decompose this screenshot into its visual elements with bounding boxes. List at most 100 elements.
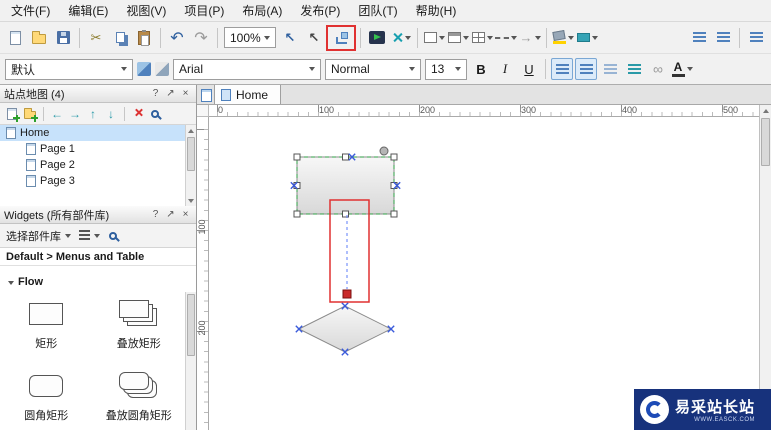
new-button[interactable] xyxy=(4,27,26,49)
bullet-list-icon xyxy=(627,63,641,75)
italic-button[interactable]: I xyxy=(494,58,516,80)
library-select[interactable]: 选择部件库 xyxy=(3,226,74,246)
sitemap-page-3[interactable]: Page 3 xyxy=(0,173,196,189)
fill-color-button[interactable] xyxy=(552,27,574,49)
flow-section-header[interactable]: Flow xyxy=(0,266,196,292)
menu-item-project[interactable]: 项目(P) xyxy=(175,0,233,22)
scroll-down-arrow[interactable] xyxy=(186,195,196,206)
widgets-popout-button[interactable]: ↗ xyxy=(164,208,177,221)
widget-stacked-rectangle[interactable]: 叠放矩形 xyxy=(93,292,186,364)
paste-button[interactable] xyxy=(133,27,155,49)
connector-mode-button[interactable] xyxy=(330,27,352,49)
pointer-tool-button[interactable]: ↖ xyxy=(279,27,301,49)
delete-page-button[interactable] xyxy=(129,105,147,123)
zoom-select[interactable]: 100% xyxy=(224,27,276,48)
bullet-list-button[interactable] xyxy=(623,58,645,80)
underline-label: U xyxy=(524,61,534,77)
separator xyxy=(545,59,546,79)
save-button[interactable] xyxy=(52,27,74,49)
flow-rectangle-widget[interactable] xyxy=(296,156,395,215)
sitemap-page-1[interactable]: Page 1 xyxy=(0,141,196,157)
align-top-button[interactable] xyxy=(575,58,597,80)
font-color-button[interactable]: A xyxy=(671,58,693,80)
open-button[interactable] xyxy=(28,27,50,49)
widgets-help-button[interactable]: ? xyxy=(149,208,162,221)
copy-button[interactable] xyxy=(109,27,131,49)
menu-item-edit[interactable]: 编辑(E) xyxy=(59,0,117,22)
menu-item-publish[interactable]: 发布(P) xyxy=(291,0,349,22)
font-size-select[interactable]: 13 xyxy=(425,58,467,80)
sitemap-popout-button[interactable]: ↗ xyxy=(164,87,177,100)
line-style-button[interactable] xyxy=(495,27,517,49)
chevron-down-icon xyxy=(121,67,127,71)
scroll-up-arrow[interactable] xyxy=(186,125,196,136)
fill-pattern-button[interactable] xyxy=(447,27,469,49)
align-left-button[interactable] xyxy=(551,58,573,80)
menu-item-team[interactable]: 团队(T) xyxy=(349,0,406,22)
sitemap-close-button[interactable]: × xyxy=(179,87,192,100)
format-copy-icon xyxy=(137,62,151,76)
separator xyxy=(160,27,161,48)
cut-button[interactable]: ✂ xyxy=(85,27,107,49)
menu-item-view[interactable]: 视图(V) xyxy=(117,0,175,22)
library-menu-button[interactable] xyxy=(76,228,103,243)
canvas-vertical-scrollbar[interactable] xyxy=(759,105,771,430)
breadcrumb-text: Default > Menus and Table xyxy=(6,250,145,263)
line-spacing-button[interactable] xyxy=(599,58,621,80)
tab-home[interactable]: Home xyxy=(214,85,282,104)
connector-selection[interactable] xyxy=(329,199,370,303)
menu-item-arrange[interactable]: 布局(A) xyxy=(233,0,291,22)
flow-diamond-widget[interactable] xyxy=(297,305,393,353)
format-paint-button[interactable] xyxy=(154,58,170,80)
connector-endpoint[interactable] xyxy=(342,289,352,299)
ruler-label: 100 xyxy=(319,105,335,115)
add-page-button[interactable] xyxy=(3,105,21,123)
sitemap-help-button[interactable]: ? xyxy=(149,87,162,100)
preview-button[interactable] xyxy=(366,27,388,49)
move-right-button[interactable]: → xyxy=(66,105,84,123)
shape-color-button[interactable] xyxy=(576,27,598,49)
guides-button[interactable] xyxy=(688,27,710,49)
grid-style-button[interactable] xyxy=(471,27,493,49)
generate-button[interactable] xyxy=(390,27,412,49)
page-list-icon[interactable] xyxy=(201,89,212,102)
sitemap-page-home[interactable]: Home xyxy=(0,125,196,141)
widget-rectangle[interactable]: 矩形 xyxy=(0,292,93,364)
redo-button[interactable]: ↷ xyxy=(190,27,212,49)
undo-button[interactable]: ↶ xyxy=(166,27,188,49)
scrollbar-thumb[interactable] xyxy=(187,137,195,171)
move-down-button[interactable]: ↓ xyxy=(102,105,120,123)
widget-search-button[interactable] xyxy=(105,227,123,245)
underline-button[interactable]: U xyxy=(518,58,540,80)
bold-button[interactable]: B xyxy=(470,58,492,80)
menu-item-file[interactable]: 文件(F) xyxy=(2,0,59,22)
move-left-button[interactable]: ← xyxy=(48,105,66,123)
font-select[interactable]: Arial xyxy=(173,58,321,80)
link-button[interactable]: ∞ xyxy=(647,58,669,80)
font-weight-select[interactable]: Normal xyxy=(325,58,421,80)
add-folder-button[interactable] xyxy=(21,105,39,123)
rotation-handle[interactable] xyxy=(379,146,389,156)
select-mode-button[interactable]: ↖ xyxy=(303,27,325,49)
format-copy-button[interactable] xyxy=(136,58,152,80)
scrollbar-thumb[interactable] xyxy=(187,294,195,356)
widget-stacked-rounded-rectangle[interactable]: 叠放圆角矩形 xyxy=(93,364,186,430)
sitemap-scrollbar[interactable] xyxy=(185,125,196,206)
menu-item-help[interactable]: 帮助(H) xyxy=(407,0,466,22)
scroll-up-arrow[interactable] xyxy=(760,105,771,116)
scrollbar-thumb[interactable] xyxy=(761,118,770,166)
move-up-button[interactable]: ↑ xyxy=(84,105,102,123)
library-select-label: 选择部件库 xyxy=(6,230,61,243)
grid-settings-button[interactable] xyxy=(712,27,734,49)
widgets-scrollbar[interactable] xyxy=(185,292,196,430)
widgets-close-button[interactable]: × xyxy=(179,208,192,221)
style-select[interactable]: 默认 xyxy=(5,58,133,80)
widget-rounded-rectangle[interactable]: 圆角矩形 xyxy=(0,364,93,430)
border-style-button[interactable] xyxy=(423,27,445,49)
sitemap-page-2[interactable]: Page 2 xyxy=(0,157,196,173)
sitemap-search-button[interactable] xyxy=(147,105,165,123)
grid-settings-icon xyxy=(716,32,730,43)
horizontal-ruler: 0 100 200 300 400 500 xyxy=(209,105,759,117)
arrow-style-button[interactable]: → xyxy=(519,27,541,49)
layout-list-button[interactable] xyxy=(745,27,767,49)
